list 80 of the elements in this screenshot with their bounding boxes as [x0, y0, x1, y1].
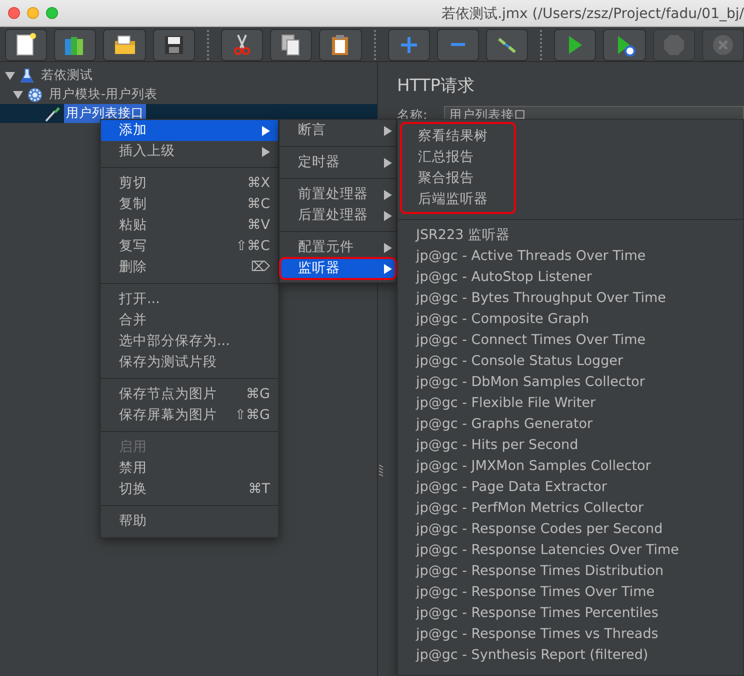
menu-item[interactable]: 察看结果树 — [402, 126, 496, 147]
flask-icon — [18, 66, 36, 84]
toolbar-button[interactable] — [152, 28, 195, 60]
folder-icon — [112, 32, 137, 56]
menu-item[interactable]: 保存为测试片段 — [101, 352, 278, 373]
submenu-arrow-icon — [384, 126, 392, 136]
menu-item[interactable]: 选中部分保存为... — [101, 331, 278, 352]
tree-item[interactable]: 用户模块-用户列表 — [47, 85, 160, 104]
menu-item[interactable]: 保存节点为图片 ⌘G — [101, 384, 278, 405]
menu-item[interactable]: jp@gc - Connect Times Over Time — [398, 330, 743, 351]
menu-item[interactable]: jp@gc - Graphs Generator — [398, 414, 743, 435]
menu-item[interactable]: 聚合报告 — [402, 168, 496, 189]
toolbar-button[interactable] — [54, 28, 96, 60]
menu-item[interactable]: 粘贴 ⌘V — [101, 215, 278, 236]
tree-item[interactable]: 若依测试 — [39, 66, 95, 85]
menu-item[interactable]: jp@gc - Page Data Extractor — [398, 477, 743, 498]
menu-item[interactable]: 复制 ⌘C — [101, 194, 278, 215]
stop-icon — [662, 32, 686, 56]
menu-item[interactable]: jp@gc - Response Times Distribution — [398, 561, 743, 582]
menu-item[interactable]: jp@gc - Hits per Second — [398, 435, 743, 456]
submenu-arrow-icon — [384, 264, 392, 274]
menu-item[interactable]: 后置处理器 — [280, 205, 396, 226]
menu-item[interactable]: jp@gc - Synthesis Report (filtered) — [398, 645, 743, 666]
menu-item[interactable]: 保存屏幕为图片 ⇧⌘G — [101, 405, 278, 426]
new-file-icon — [14, 32, 38, 56]
toolbar-button[interactable] — [270, 28, 312, 60]
toolbar-button[interactable] — [486, 28, 528, 60]
close-button[interactable] — [8, 7, 20, 19]
menu-item[interactable]: 复写 ⇧⌘C — [101, 236, 278, 257]
menu-item[interactable]: jp@gc - Response Times Percentiles — [398, 603, 743, 624]
submenu-arrow-icon — [384, 190, 392, 200]
menu-item[interactable]: jp@gc - AutoStop Listener — [398, 267, 743, 288]
panel-title: HTTP请求 — [397, 75, 476, 98]
menu-item[interactable]: 删除 ⌦ — [101, 257, 278, 278]
submenu-arrow-icon — [384, 210, 392, 220]
menu-item[interactable]: jp@gc - Bytes Throughput Over Time — [398, 288, 743, 309]
menu-item[interactable]: jp@gc - Composite Graph — [398, 309, 743, 330]
menu-item[interactable]: 打开... — [101, 289, 278, 310]
menu-item[interactable]: JSR223 监听器 — [398, 225, 743, 246]
expanded-arrow-icon[interactable] — [5, 70, 15, 80]
menu-item[interactable]: 插入上级 — [101, 141, 278, 162]
menu-item[interactable]: jp@gc - PerfMon Metrics Collector — [398, 498, 743, 519]
menu-item[interactable]: 前置处理器 — [280, 184, 396, 205]
menu-item[interactable]: 剪切 ⌘X — [101, 173, 278, 194]
menu-item[interactable]: 添加 — [101, 120, 278, 141]
menu-item[interactable]: 汇总报告 — [402, 147, 496, 168]
menu-item[interactable]: 后端监听器 — [402, 189, 496, 210]
shutdown-icon — [710, 32, 735, 56]
menu-item[interactable]: 定时器 — [280, 152, 396, 173]
splitter-grip-icon[interactable] — [379, 464, 383, 478]
menu-item[interactable]: 断言 — [280, 120, 396, 141]
toolbar-button[interactable] — [220, 28, 264, 60]
menu-item[interactable]: jp@gc - DbMon Samples Collector — [398, 372, 743, 393]
menu-item[interactable]: 合并 — [101, 310, 278, 331]
window-title: 若依测试.jmx (/Users/zsz/Project/fadu/01_bj/ — [442, 5, 744, 24]
menu-item[interactable]: jp@gc - Console Status Logger — [398, 351, 743, 372]
menu-item[interactable]: jp@gc - Response Latencies Over Time — [398, 540, 743, 561]
menu-item[interactable]: jp@gc - JMXMon Samples Collector — [398, 456, 743, 477]
submenu-arrow-icon — [262, 126, 270, 136]
submenu-arrow-icon — [262, 146, 270, 156]
menu-item[interactable]: 切换 ⌘T — [101, 479, 278, 500]
submenu-arrow-icon — [384, 242, 392, 252]
menu-item[interactable]: 监听器 — [280, 258, 396, 279]
toolbar-button[interactable] — [319, 28, 362, 60]
menu-item[interactable]: jp@gc - Response Codes per Second — [398, 519, 743, 540]
menu-item[interactable]: 禁用 — [101, 458, 278, 479]
menu-item[interactable]: 配置元件 — [280, 237, 396, 258]
menu-item[interactable]: jp@gc - Response Times vs Threads — [398, 624, 743, 645]
menu-item[interactable]: jp@gc - Flexible File Writer — [398, 393, 743, 414]
menu-item[interactable]: jp@gc - Active Threads Over Time — [398, 246, 743, 267]
submenu-arrow-icon — [384, 158, 392, 168]
toolbar-button[interactable] — [103, 28, 146, 60]
menu-item[interactable]: jp@gc - Response Times Over Time — [398, 582, 743, 603]
toolbar-button[interactable] — [603, 28, 646, 60]
menu-item[interactable]: 帮助 — [101, 511, 278, 532]
gear-icon — [26, 86, 44, 104]
pipette-icon — [43, 104, 61, 122]
expanded-arrow-icon[interactable] — [13, 90, 23, 100]
minus-icon — [450, 43, 465, 46]
toolbar-button[interactable] — [5, 28, 48, 60]
